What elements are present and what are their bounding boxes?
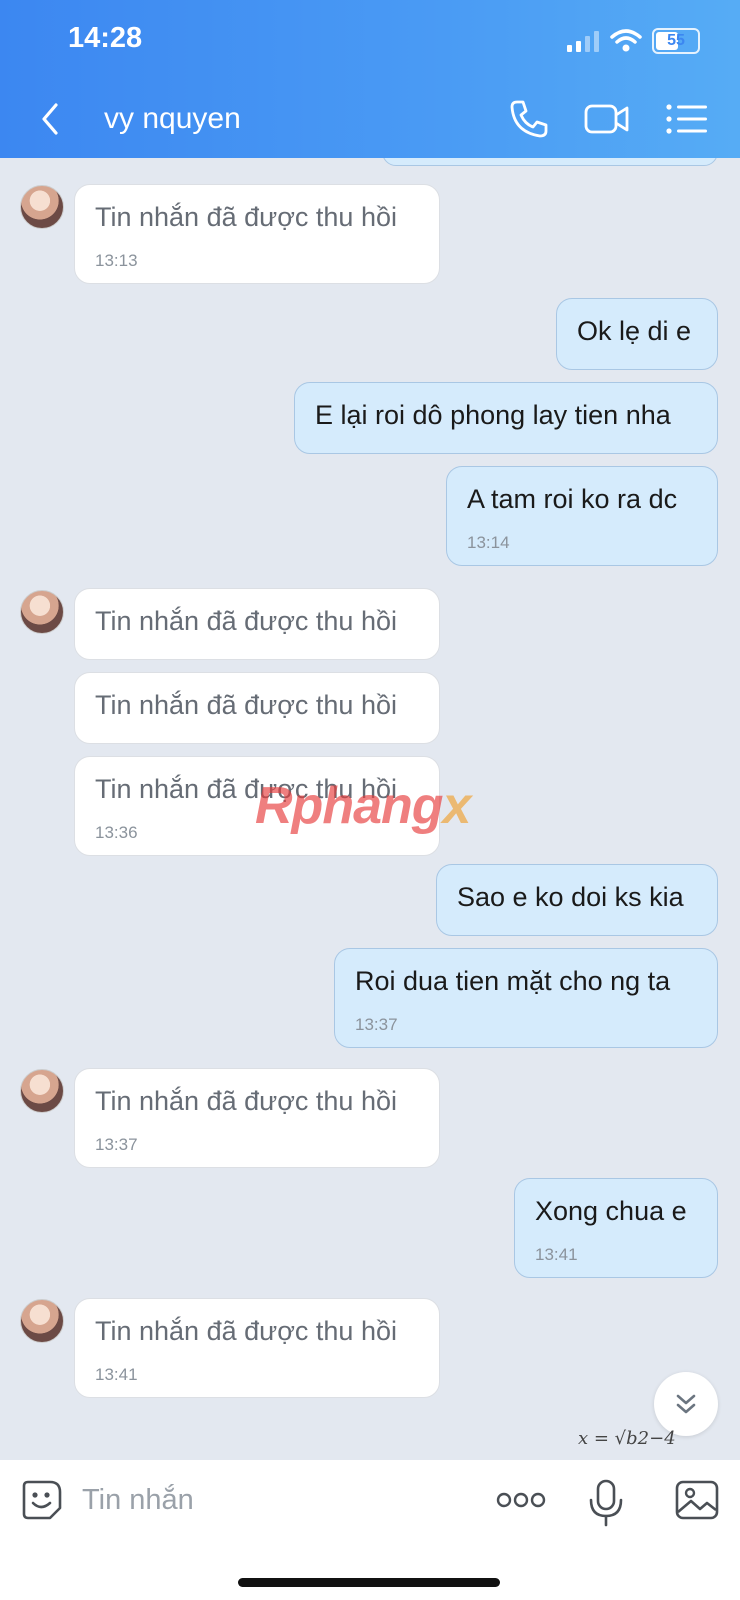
app-header: 14:28 55 vy nquyen <box>0 0 740 158</box>
phone-icon[interactable] <box>506 96 552 142</box>
contact-avatar[interactable] <box>20 1069 64 1113</box>
message-bubble[interactable]: E lại roi dô phong lay tien nha <box>294 382 718 454</box>
microphone-icon[interactable] <box>586 1478 626 1528</box>
message-bubble[interactable]: Tin nhắn đã được thu hồi <box>74 588 440 660</box>
more-options-icon[interactable] <box>496 1490 546 1510</box>
message-bubble[interactable]: Tin nhắn đã được thu hồi 13:37 <box>74 1068 440 1168</box>
battery-level: 55 <box>667 32 685 49</box>
contact-avatar[interactable] <box>20 590 64 634</box>
list-menu-icon[interactable] <box>664 96 710 142</box>
message-time: 13:41 <box>95 1365 138 1384</box>
message-bubble[interactable]: A tam roi ko ra dc 13:14 <box>446 466 718 566</box>
message-input[interactable]: Tin nhắn <box>82 1484 194 1517</box>
message-bubble[interactable]: Xong chua e 13:41 <box>514 1178 718 1278</box>
handwritten-formula: x = √b2−4 <box>578 1428 676 1449</box>
message-text: Sao e ko doi ks kia <box>457 882 684 912</box>
message-time: 13:41 <box>535 1245 578 1264</box>
message-text: Tin nhắn đã được thu hồi <box>95 606 397 636</box>
contact-avatar[interactable] <box>20 185 64 229</box>
message-bubble[interactable]: Roi dua tien mặt cho ng ta 13:37 <box>334 948 718 1048</box>
message-time: 13:14 <box>467 533 510 552</box>
message-time: 13:13 <box>95 251 138 270</box>
image-gallery-icon[interactable] <box>674 1478 720 1522</box>
scroll-to-bottom-button[interactable] <box>654 1372 718 1436</box>
message-composer: Tin nhắn <box>0 1460 740 1600</box>
double-chevron-down-icon <box>676 1394 696 1414</box>
message-time: 13:36 <box>95 823 138 842</box>
message-text: Tin nhắn đã được thu hồi <box>95 202 397 232</box>
message-bubble[interactable]: Tin nhắn đã được thu hồi 13:41 <box>74 1298 440 1398</box>
message-time: 13:37 <box>95 1135 138 1154</box>
message-bubble-partial[interactable] <box>382 158 718 166</box>
status-time: 14:28 <box>68 22 143 54</box>
message-text: A tam roi ko ra dc <box>467 484 678 514</box>
chat-messages[interactable]: Tin nhắn đã được thu hồi 13:13 Ok lẹ di … <box>0 158 740 1460</box>
message-text: Ok lẹ di e <box>577 316 692 346</box>
message-text: Tin nhắn đã được thu hồi <box>95 1316 397 1346</box>
back-chevron-icon[interactable] <box>36 102 66 136</box>
message-text: E lại roi dô phong lay tien nha <box>315 400 671 430</box>
video-camera-icon[interactable] <box>584 96 630 142</box>
wifi-icon <box>610 29 642 52</box>
battery-icon: 55 <box>652 28 700 54</box>
message-text: Roi dua tien mặt cho ng ta <box>355 966 671 996</box>
message-bubble[interactable]: Tin nhắn đã được thu hồi 13:13 <box>74 184 440 284</box>
chat-nav-bar: vy nquyen <box>0 88 740 150</box>
status-icons: 55 <box>566 28 700 54</box>
sticker-icon[interactable] <box>20 1478 64 1522</box>
message-bubble[interactable]: Sao e ko doi ks kia <box>436 864 718 936</box>
contact-name[interactable]: vy nquyen <box>104 102 241 136</box>
message-text: Xong chua e <box>535 1196 687 1226</box>
message-text: Tin nhắn đã được thu hồi <box>95 690 397 720</box>
contact-avatar[interactable] <box>20 1299 64 1343</box>
message-text: Tin nhắn đã được thu hồi <box>95 1086 397 1116</box>
message-time: 13:37 <box>355 1015 398 1034</box>
message-bubble[interactable]: Tin nhắn đã được thu hồi <box>74 672 440 744</box>
watermark-logo: Rphangx <box>255 777 471 835</box>
home-indicator <box>238 1578 500 1587</box>
cellular-signal-icon <box>567 31 599 52</box>
message-bubble[interactable]: Ok lẹ di e <box>556 298 718 370</box>
